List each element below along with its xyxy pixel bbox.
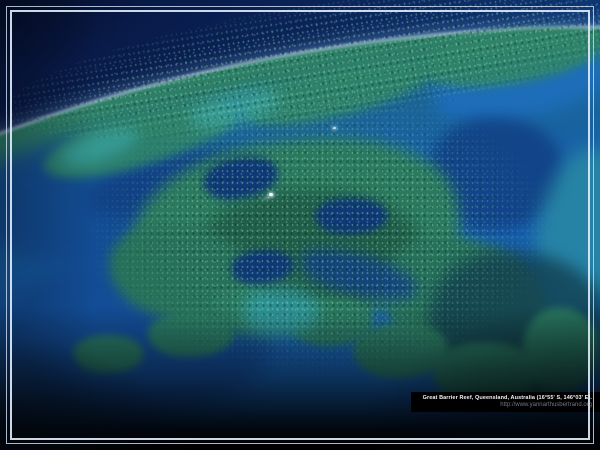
boat-dot <box>269 193 273 196</box>
caption-location: Great Barrier Reef, Queensland, Australi… <box>423 394 592 402</box>
wallpaper-stage: Great Barrier Reef, Queensland, Australi… <box>0 0 600 450</box>
caption-url: http://www.yannarthusbertrand.org <box>423 402 592 409</box>
reef-photo <box>0 0 600 450</box>
boat-dot <box>333 127 336 129</box>
caption-bar: Great Barrier Reef, Queensland, Australi… <box>411 392 600 412</box>
